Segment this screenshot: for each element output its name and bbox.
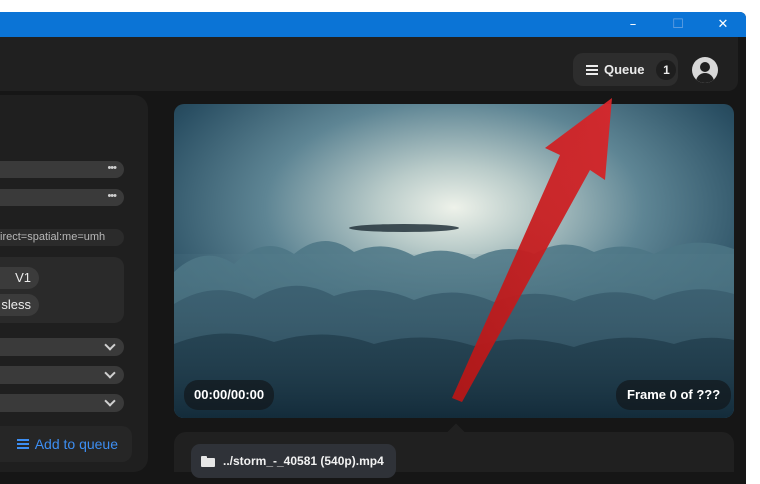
queue-count-badge: 1 — [656, 59, 677, 80]
frame-counter: Frame 0 of ??? — [616, 380, 732, 410]
chevron-down-icon — [104, 367, 116, 379]
option-chip[interactable]: sless — [0, 294, 39, 316]
settings-field-1[interactable]: ••• — [0, 161, 124, 178]
option-chip[interactable]: V1 — [0, 267, 39, 289]
chevron-down-icon — [104, 339, 116, 351]
app-header: Queue 1 — [0, 37, 738, 91]
more-options-icon[interactable]: ••• — [107, 161, 117, 176]
list-icon — [586, 64, 598, 75]
encoder-params-field[interactable]: irect=spatial:me=umh — [0, 229, 124, 246]
input-file-chip[interactable]: ../storm_-_40581 (540p).mp4 — [191, 444, 396, 478]
option-chip-group: V1 sless — [0, 257, 124, 323]
video-preview[interactable] — [174, 104, 734, 418]
more-options-icon[interactable]: ••• — [107, 189, 117, 204]
add-to-queue-button[interactable]: Add to queue — [0, 426, 132, 462]
list-icon — [16, 439, 29, 449]
queue-label: Queue — [604, 62, 645, 77]
folder-icon — [201, 455, 215, 467]
settings-select-3[interactable] — [0, 394, 124, 412]
settings-select-2[interactable] — [0, 366, 124, 384]
queue-button[interactable]: Queue 1 — [573, 53, 678, 86]
settings-select-1[interactable] — [0, 338, 124, 356]
title-bar: – ☐ ✕ — [0, 12, 746, 37]
minimize-button[interactable]: – — [610, 12, 656, 37]
input-file-name: ../storm_-_40581 (540p).mp4 — [223, 454, 384, 468]
storm-clouds-image — [174, 104, 734, 418]
settings-field-2[interactable]: ••• — [0, 189, 124, 206]
add-to-queue-label: Add to queue — [34, 436, 118, 452]
timecode-display: 00:00/00:00 — [184, 380, 275, 410]
chevron-down-icon — [104, 395, 116, 407]
encoder-params-text: irect=spatial:me=umh — [0, 231, 106, 243]
account-avatar-icon[interactable] — [692, 57, 718, 83]
maximize-button[interactable]: ☐ — [655, 12, 701, 37]
close-button[interactable]: ✕ — [700, 12, 746, 37]
